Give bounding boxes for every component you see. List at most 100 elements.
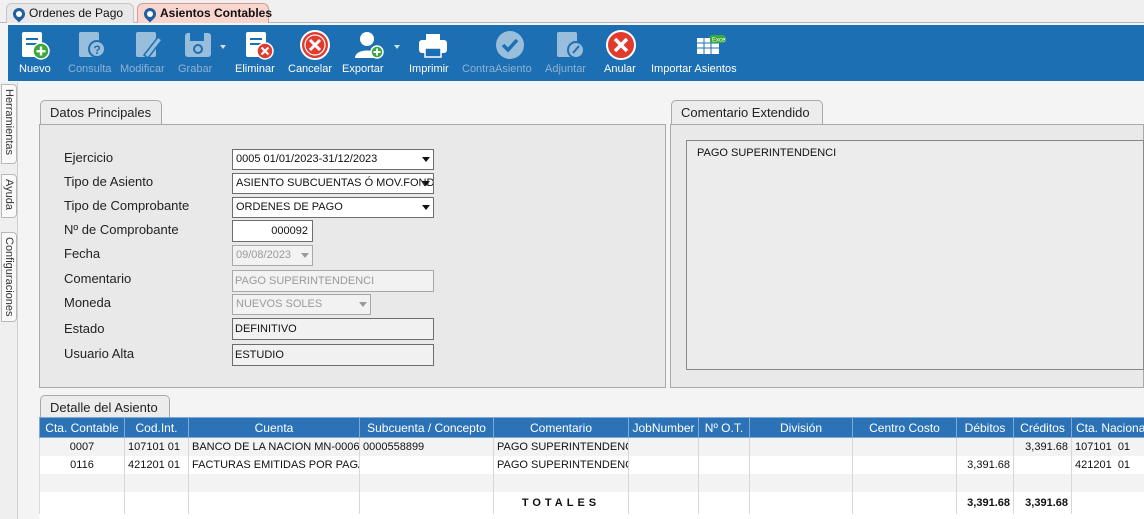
comentario-input[interactable]: PAGO SUPERINTENDENCI — [232, 270, 434, 292]
side-tab-configuraciones[interactable]: Configuraciones — [1, 232, 17, 322]
ejercicio-label: Ejercicio — [64, 150, 114, 165]
main-toolbar: Nuevo ? Consulta Modificar Grabar Elimin… — [8, 25, 1144, 81]
table-cell[interactable] — [956, 437, 1014, 456]
column-header[interactable]: Cta. Nacional — [1071, 417, 1144, 438]
usuario-alta-label: Usuario Alta — [64, 346, 135, 361]
svg-text:?: ? — [94, 43, 101, 57]
side-tab-herramientas[interactable]: Herramientas — [1, 84, 17, 164]
void-icon — [605, 29, 637, 61]
table-cell[interactable]: PAGO SUPERINTENDENCI — [493, 437, 629, 456]
column-header[interactable]: Débitos — [956, 417, 1014, 438]
table-cell[interactable]: 107101 01 — [1071, 437, 1144, 456]
tipo-comprobante-label: Tipo de Comprobante — [64, 198, 190, 213]
table-cell[interactable]: BANCO DE LA NACION MN-00068 — [188, 437, 360, 456]
export-button[interactable]: Exportar — [342, 25, 390, 81]
table-row[interactable]: 0007 107101 01 BANCO DE LA NACION MN-000… — [39, 437, 1144, 456]
import-entries-button[interactable]: Excel Importar Asientos — [650, 25, 742, 81]
table-cell[interactable]: 107101 01 — [124, 437, 189, 456]
column-header[interactable]: Créditos — [1013, 417, 1072, 438]
table-row-empty — [39, 473, 1144, 492]
save-dropdown-chevron-icon[interactable] — [220, 45, 226, 49]
print-button[interactable]: Imprimir — [408, 25, 452, 81]
total-debitos: 3,391.68 — [956, 491, 1014, 514]
contra-asiento-button[interactable]: ContraAsiento — [462, 25, 536, 81]
table-cell[interactable]: 3,391.68 — [956, 455, 1014, 474]
document-tab-strip: Ordenes de Pago Asientos Contables — [0, 0, 1144, 23]
void-button[interactable]: Anular — [602, 25, 638, 81]
modify-button[interactable]: Modificar — [120, 25, 168, 81]
table-cell[interactable] — [852, 437, 957, 456]
table-cell[interactable] — [628, 437, 699, 456]
table-cell[interactable]: 421201 01 — [1071, 455, 1144, 474]
table-cell[interactable] — [698, 455, 750, 474]
side-tab-ayuda[interactable]: Ayuda — [1, 174, 17, 218]
table-cell[interactable] — [749, 455, 853, 474]
datos-principales-tab[interactable]: Datos Principales — [40, 100, 162, 126]
excel-import-icon: Excel — [694, 29, 727, 61]
comentario-label: Comentario — [64, 271, 132, 286]
table-cell[interactable] — [359, 455, 494, 474]
column-header[interactable]: Nº O.T. — [698, 417, 750, 438]
chevron-down-icon — [422, 205, 430, 210]
table-cell[interactable] — [749, 437, 853, 456]
tipo-asiento-select[interactable]: ASIENTO SUBCUENTAS Ó MOV.FONDOS — [232, 173, 434, 194]
table-cell[interactable]: 0116 — [39, 455, 125, 474]
totals-label: TOTALES — [493, 491, 629, 514]
export-user-icon — [353, 29, 385, 61]
app-window: { "doc_tabs": [ {"label": "Ordenes de Pa… — [0, 0, 1144, 519]
attach-icon — [553, 29, 585, 61]
edit-document-icon — [132, 29, 164, 61]
table-cell[interactable]: PAGO SUPERINTENDENCI — [493, 455, 629, 474]
table-cell[interactable]: 3,391.68 — [1013, 437, 1072, 456]
moneda-label: Moneda — [64, 295, 111, 310]
query-button[interactable]: ? Consulta — [68, 25, 111, 81]
moneda-select[interactable]: NUEVOS SOLES — [232, 294, 371, 315]
attach-button[interactable]: Adjuntar — [544, 25, 588, 81]
nro-comprobante-input[interactable]: 000092 — [232, 220, 313, 242]
ejercicio-select[interactable]: 0005 01/01/2023-31/12/2023 — [232, 149, 434, 170]
tab-label: Ordenes de Pago — [29, 6, 124, 20]
tab-ordenes-de-pago[interactable]: Ordenes de Pago — [6, 3, 134, 23]
table-cell[interactable]: 0000558899 — [359, 437, 494, 456]
column-header[interactable]: División — [749, 417, 853, 438]
tipo-comprobante-select[interactable]: ORDENES DE PAGO — [232, 197, 434, 218]
column-header[interactable]: Cuenta — [188, 417, 360, 438]
cancel-icon — [299, 29, 331, 61]
comentario-extendido-tab[interactable]: Comentario Extendido — [671, 100, 823, 126]
save-button[interactable]: Grabar — [178, 25, 218, 81]
tipo-asiento-label: Tipo de Asiento — [64, 174, 154, 189]
column-header[interactable]: Comentario — [493, 417, 629, 438]
table-cell[interactable] — [698, 437, 750, 456]
comentario-extendido-textarea[interactable]: PAGO SUPERINTENDENCI — [686, 140, 1144, 370]
table-cell[interactable]: FACTURAS EMITIDAS POR PAGAR — [188, 455, 360, 474]
table-cell[interactable]: 421201 01 — [124, 455, 189, 474]
export-dropdown-chevron-icon[interactable] — [394, 45, 400, 49]
delete-button[interactable]: Eliminar — [234, 25, 276, 81]
chevron-down-icon — [359, 302, 367, 307]
check-icon — [494, 29, 526, 61]
column-header[interactable]: Centro Costo — [852, 417, 957, 438]
chevron-down-icon — [301, 253, 309, 258]
column-header[interactable]: Cod.Int. — [124, 417, 189, 438]
table-row[interactable]: 0116 421201 01 FACTURAS EMITIDAS POR PAG… — [39, 455, 1144, 474]
table-cell[interactable]: 0007 — [39, 437, 125, 456]
tab-label: Asientos Contables — [160, 6, 273, 20]
fecha-date-picker[interactable]: 09/08/2023 — [232, 245, 313, 266]
column-header[interactable]: Subcuenta / Concepto — [359, 417, 494, 438]
table-cell[interactable] — [1013, 455, 1072, 474]
new-document-icon — [18, 29, 50, 61]
usuario-alta-field: ESTUDIO — [232, 344, 434, 366]
fecha-label: Fecha — [64, 246, 101, 261]
table-cell[interactable] — [852, 455, 957, 474]
table-cell[interactable] — [628, 455, 699, 474]
column-header[interactable]: JobNumber — [628, 417, 699, 438]
chevron-down-icon — [422, 157, 430, 162]
delete-document-icon — [242, 29, 274, 61]
printer-icon — [417, 29, 449, 61]
estado-label: Estado — [64, 321, 105, 336]
column-header[interactable]: Cta. Contable — [39, 417, 125, 438]
cancel-button[interactable]: Cancelar — [288, 25, 334, 81]
new-button[interactable]: Nuevo — [18, 25, 51, 81]
tab-asientos-contables[interactable]: Asientos Contables — [137, 3, 273, 23]
detalle-asiento-grid: Cta. Contable Cod.Int. Cuenta Subcuenta … — [39, 417, 1144, 519]
